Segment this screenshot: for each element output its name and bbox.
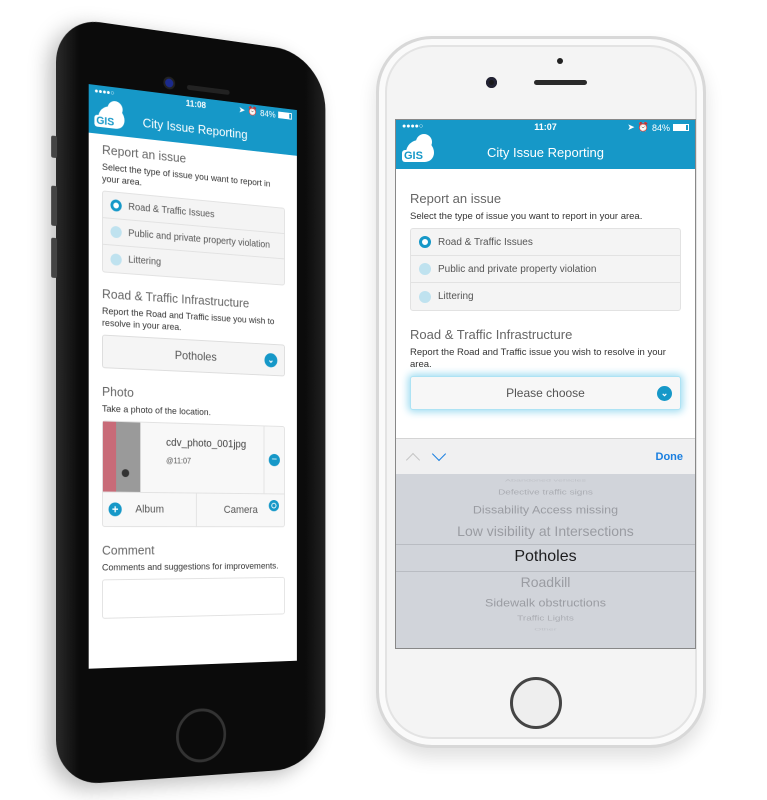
phone-black: ●●●●○ 11:08 ➤ ⏰ 84% GIS City Issue Repor… xyxy=(51,16,326,786)
picker-wheel[interactable]: Abandoned vehicles Defective traffic sig… xyxy=(396,474,695,648)
radio-littering[interactable]: Littering xyxy=(411,283,680,310)
volume-down-button xyxy=(51,237,57,279)
issue-type-radio-group: Road & Traffic Issues Public and private… xyxy=(101,190,286,286)
photo-thumbnail[interactable] xyxy=(102,421,141,492)
chevron-down-icon: ⌄ xyxy=(657,386,672,401)
proximity-sensor xyxy=(557,58,563,64)
done-button[interactable]: Done xyxy=(656,451,684,463)
comment-description: Comments and suggestions for improvement… xyxy=(101,561,279,574)
alarm-icon: ⏰ xyxy=(247,105,258,117)
radio-unselected-icon xyxy=(110,225,122,239)
gis-logo: GIS xyxy=(94,103,128,135)
camera-button[interactable]: Camera xyxy=(196,494,284,527)
minus-circle-icon: − xyxy=(268,453,280,467)
comment-title: Comment xyxy=(101,542,155,558)
picker-item[interactable]: Other xyxy=(396,627,695,631)
infrastructure-description: Report the Road and Traffic issue you wi… xyxy=(410,347,666,370)
location-arrow-icon: ➤ xyxy=(627,122,635,132)
home-button xyxy=(176,707,227,764)
picker-toolbar: Done xyxy=(396,438,695,474)
picker-item-selected[interactable]: Potholes xyxy=(396,549,695,565)
plus-circle-icon: + xyxy=(108,502,122,517)
photo-timestamp: @11:07 xyxy=(166,456,192,466)
infrastructure-select[interactable]: Potholes ⌄ xyxy=(101,334,286,377)
photo-block: cdv_photo_001jpg @11:07 − + Album Camera xyxy=(101,420,286,528)
picker-item[interactable]: Roadkill xyxy=(396,575,695,589)
gis-logo: GIS xyxy=(402,134,438,166)
radio-unselected-icon xyxy=(419,290,431,303)
radio-road-traffic[interactable]: Road & Traffic Issues xyxy=(411,229,680,256)
infrastructure-title: Road & Traffic Infrastructure xyxy=(410,327,573,342)
remove-photo-button[interactable]: − xyxy=(263,426,285,494)
camera-icon xyxy=(268,499,280,512)
picker-item[interactable]: Defective traffic signs xyxy=(396,489,695,497)
chevron-down-icon: ⌄ xyxy=(264,352,278,368)
photo-description: Take a photo of the location. xyxy=(101,403,211,419)
photo-filename: cdv_photo_001jpg xyxy=(166,436,247,451)
alarm-icon: ⏰ xyxy=(637,122,649,132)
comment-textarea[interactable] xyxy=(101,576,286,619)
phone-white: ●●●●○ 11:07 ➤ ⏰ 84% GIS City Issue Repor… xyxy=(376,36,706,748)
battery-icon xyxy=(278,111,292,120)
front-camera xyxy=(486,77,497,88)
status-bar: ●●●●○ 11:07 ➤ ⏰ 84% xyxy=(396,120,695,136)
app-title: City Issue Reporting xyxy=(142,115,248,142)
radio-unselected-icon xyxy=(419,263,431,275)
previous-field-button[interactable] xyxy=(405,452,421,467)
front-camera xyxy=(165,78,174,88)
mute-switch xyxy=(51,135,57,159)
issue-type-radio-group: Road & Traffic Issues Public and private… xyxy=(410,228,681,311)
battery-percent: 84% xyxy=(651,122,670,133)
next-field-button[interactable] xyxy=(431,446,447,461)
report-title: Report an issue xyxy=(410,191,502,206)
earpiece-speaker xyxy=(186,84,230,96)
picker-item[interactable]: Dissability Access missing xyxy=(396,505,695,516)
radio-property-violation[interactable]: Public and private property violation xyxy=(411,256,680,283)
screen-right: ●●●●○ 11:07 ➤ ⏰ 84% GIS City Issue Repor… xyxy=(395,119,696,649)
radio-selected-icon xyxy=(419,236,431,248)
photo-title: Photo xyxy=(101,383,134,400)
battery-percent: 84% xyxy=(260,107,276,120)
earpiece-speaker xyxy=(534,80,587,85)
location-arrow-icon: ➤ xyxy=(238,104,246,116)
picker-item[interactable]: Traffic Lights xyxy=(396,615,695,623)
radio-selected-icon xyxy=(110,199,122,212)
screen-left: ●●●●○ 11:08 ➤ ⏰ 84% GIS City Issue Repor… xyxy=(88,84,297,669)
report-description: Select the type of issue you want to rep… xyxy=(410,211,643,222)
home-button xyxy=(510,677,562,729)
volume-up-button xyxy=(51,185,57,227)
app-title: City Issue Reporting xyxy=(486,145,605,160)
radio-unselected-icon xyxy=(110,252,122,266)
battery-icon xyxy=(673,124,689,131)
infrastructure-select[interactable]: Please choose ⌄ xyxy=(410,376,681,410)
app-header: GIS City Issue Reporting xyxy=(396,134,695,169)
picker-item[interactable]: Low visibility at Intersections xyxy=(396,524,695,538)
picker-item[interactable]: Sidewalk obstructions xyxy=(396,598,695,609)
album-button[interactable]: + Album xyxy=(102,492,197,527)
photo-entry: cdv_photo_001jpg @11:07 − xyxy=(102,421,285,495)
picker-item[interactable]: Abandoned vehicles xyxy=(396,478,695,482)
